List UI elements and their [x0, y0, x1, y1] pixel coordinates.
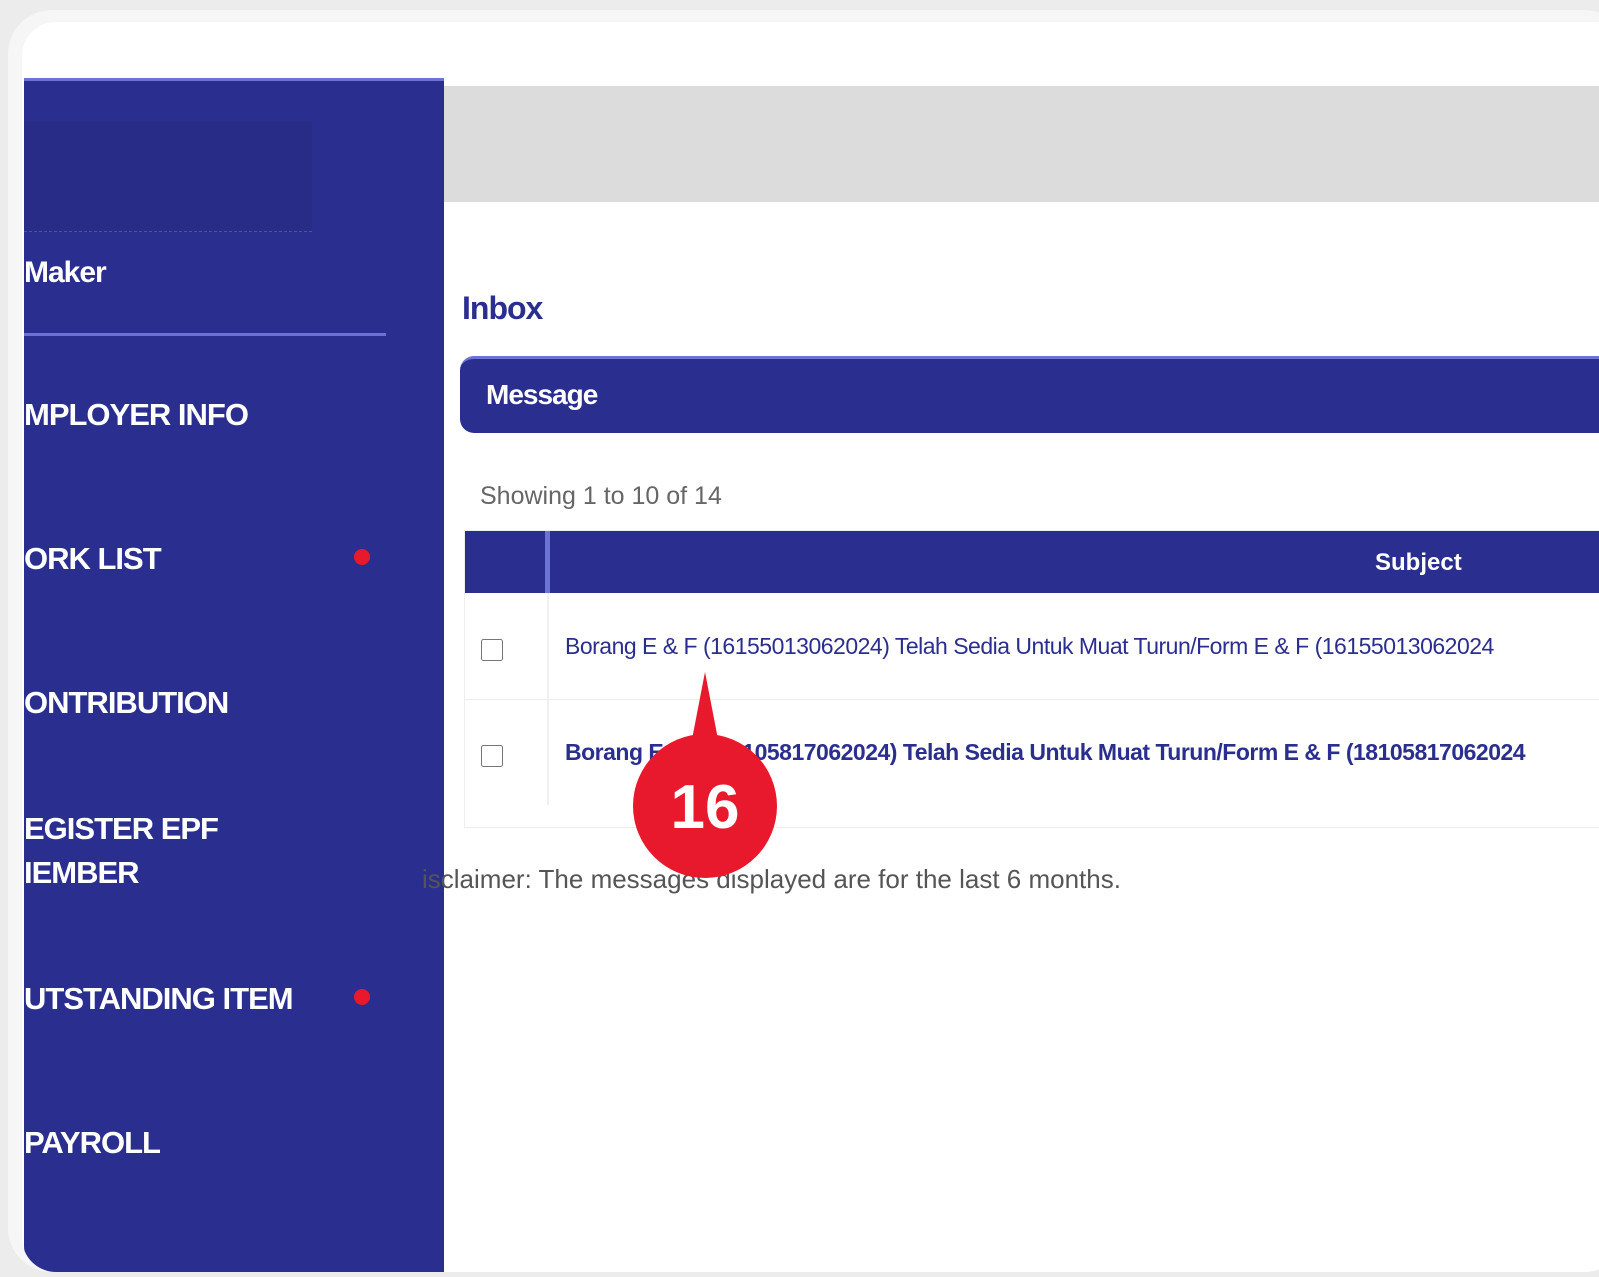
divider [24, 333, 386, 336]
top-bar [444, 86, 1599, 202]
sidebar-item-contribution[interactable]: ONTRIBUTION [24, 681, 229, 725]
panel-title: Message [486, 379, 598, 410]
row-checkbox[interactable] [481, 743, 503, 769]
user-role-label: Maker [24, 256, 107, 289]
column-divider [545, 531, 550, 593]
notification-dot [354, 989, 370, 1005]
logo-area [24, 121, 312, 232]
step-callout-badge: 16 [633, 672, 777, 878]
sidebar-item-payroll[interactable]: PAYROLL [24, 1121, 161, 1165]
pagination-info: Showing 1 to 10 of 14 [480, 482, 722, 510]
window-frame: Maker MPLOYER INFO ORK LIST ONTRIBUTION … [8, 10, 1599, 1272]
message-panel-header: Message [460, 356, 1599, 433]
sidebar-item-register-epf-member-line2[interactable]: IEMBER [24, 851, 140, 895]
callout-number: 16 [671, 773, 740, 842]
table-header: Subject [465, 531, 1599, 593]
page-title: Inbox [462, 290, 543, 326]
column-divider [547, 699, 549, 805]
sidebar-item-employer-info[interactable]: MPLOYER INFO [24, 393, 249, 437]
column-header-subject[interactable]: Subject [1375, 549, 1462, 577]
sidebar-item-work-list[interactable]: ORK LIST [24, 537, 162, 581]
notification-dot [354, 549, 370, 565]
sidebar: Maker MPLOYER INFO ORK LIST ONTRIBUTION … [24, 78, 444, 1272]
select-column-header [465, 531, 545, 593]
sidebar-item-register-epf-member[interactable]: EGISTER EPF [24, 807, 219, 851]
column-divider [547, 593, 549, 699]
message-subject-link[interactable]: Borang E & F (16155013062024) Telah Sedi… [565, 633, 1494, 660]
app-window: Maker MPLOYER INFO ORK LIST ONTRIBUTION … [22, 22, 1599, 1272]
row-checkbox[interactable] [481, 637, 503, 663]
sidebar-item-outstanding-item[interactable]: UTSTANDING ITEM [24, 977, 294, 1021]
